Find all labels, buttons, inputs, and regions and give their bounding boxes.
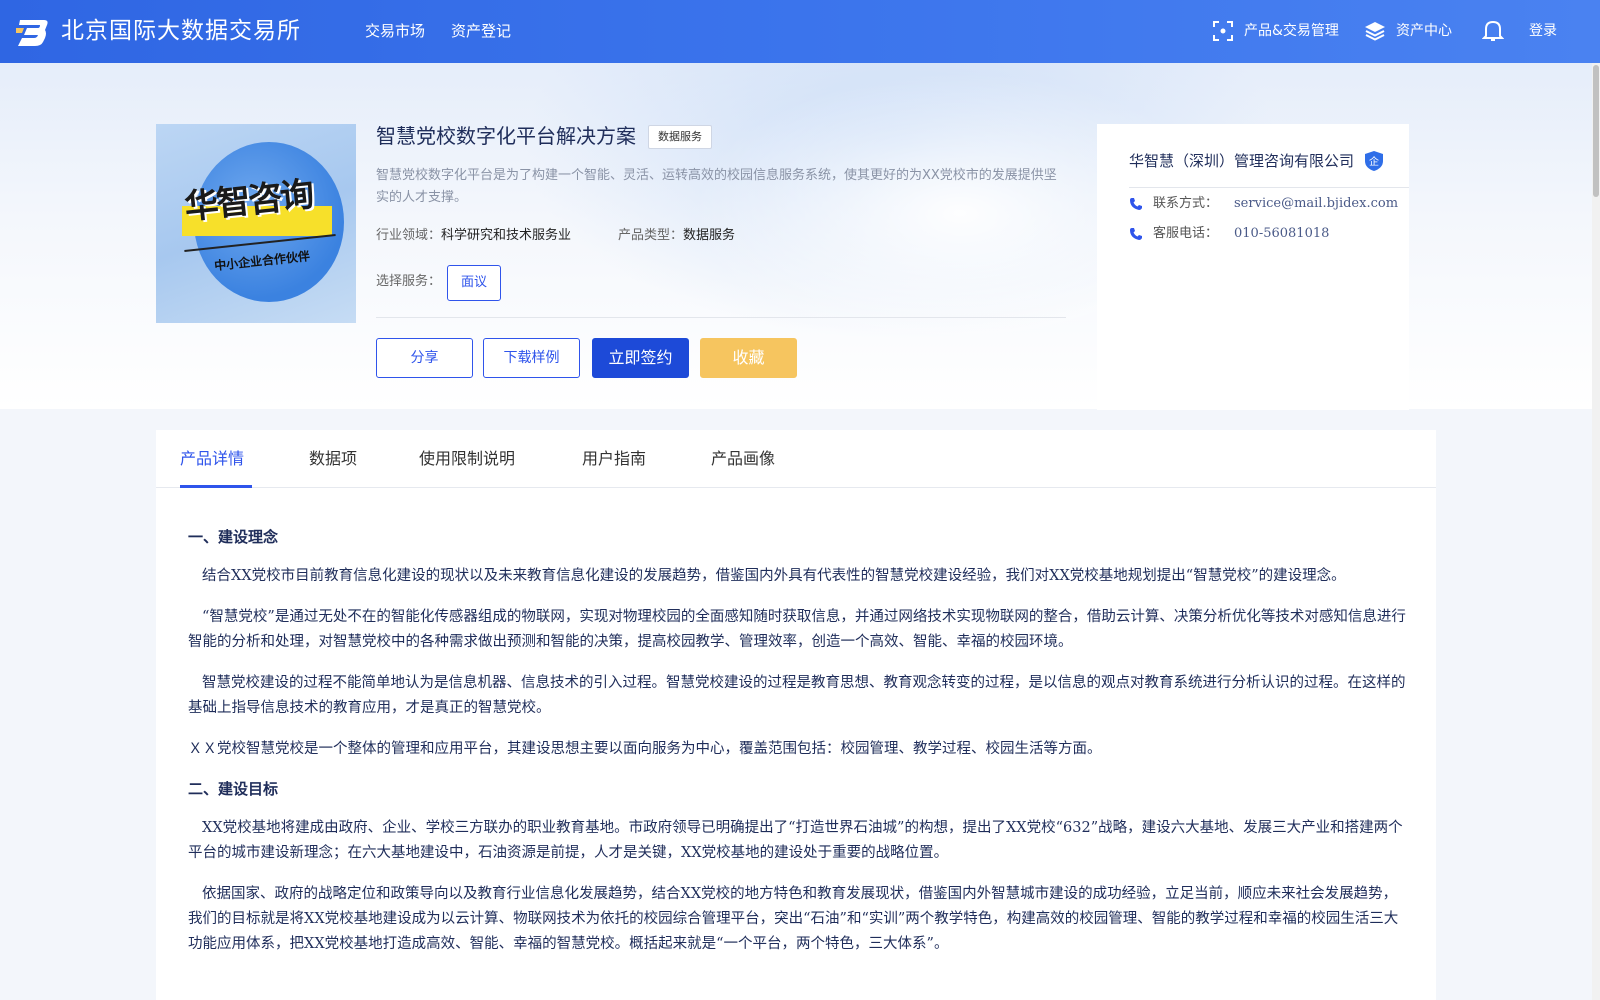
phone-number[interactable]: 010-56081018 bbox=[1234, 224, 1329, 244]
product-type-label: 产品类型： bbox=[618, 228, 684, 243]
industry-meta: 行业领域：科学研究和技术服务业 bbox=[376, 225, 571, 247]
enterprise-badge-text: 企 bbox=[1369, 155, 1379, 168]
contact-email-row: 联系方式： service@mail.bjidex.com bbox=[1129, 194, 1398, 214]
favorite-button[interactable]: 收藏 bbox=[700, 338, 797, 378]
article-paragraph: “智慧党校”是通过无处不在的智能化传感器组成的物联网，实现对物理校园的全面感知随… bbox=[188, 609, 1406, 650]
product-title: 智慧党校数字化平台解决方案 bbox=[376, 124, 636, 148]
nav-asset-registration[interactable]: 资产登记 bbox=[451, 21, 511, 41]
tab-user-guide[interactable]: 用户指南 bbox=[582, 447, 646, 471]
industry-label: 行业领域： bbox=[376, 228, 442, 243]
card-divider bbox=[1129, 187, 1409, 188]
asset-center-label: 资产中心 bbox=[1396, 23, 1452, 39]
detail-tabs: 产品详情 数据项 使用限制说明 用户指南 产品画像 bbox=[156, 430, 1436, 488]
login-link[interactable]: 登录 bbox=[1529, 20, 1557, 42]
product-mgmt-label: 产品&交易管理 bbox=[1244, 23, 1339, 39]
download-sample-button[interactable]: 下载样例 bbox=[483, 338, 580, 378]
article-paragraph: XX党校基地将建成由政府、企业、学校三方联办的职业教育基地。市政府领导已明确提出… bbox=[188, 820, 1403, 861]
top-navbar: 北京国际大数据交易所 交易市场 资产登记 产品&交易管理 资产中心 登录 bbox=[0, 0, 1600, 63]
site-logo-icon[interactable] bbox=[16, 14, 50, 48]
tab-usage-restrictions[interactable]: 使用限制说明 bbox=[419, 447, 515, 471]
company-name-row: 华智慧（深圳）管理咨询有限公司 企 bbox=[1129, 150, 1384, 172]
product-image: 华智咨询 中小企业合作伙伴 bbox=[156, 124, 356, 323]
active-tab-indicator bbox=[180, 485, 252, 488]
product-type-tag: 数据服务 bbox=[648, 125, 712, 149]
hero-divider bbox=[376, 317, 1066, 318]
article-paragraph: 依据国家、政府的战略定位和政策导向以及教育行业信息化发展趋势，结合XX党校的地方… bbox=[188, 886, 1399, 952]
layers-icon bbox=[1365, 22, 1385, 41]
tab-product-details[interactable]: 产品详情 bbox=[180, 447, 244, 471]
article-paragraph: 结合XX党校市目前教育信息化建设的现状以及未来教育信息化建设的发展趋势，借鉴国内… bbox=[202, 568, 1346, 584]
section-heading: 一、建设理念 bbox=[188, 528, 279, 546]
bell-icon bbox=[1482, 20, 1504, 41]
sign-now-button[interactable]: 立即签约 bbox=[592, 338, 689, 378]
share-button[interactable]: 分享 bbox=[376, 338, 473, 378]
company-card: 华智慧（深圳）管理咨询有限公司 企 联系方式： service@mail.bji… bbox=[1097, 124, 1409, 410]
service-option-negotiable[interactable]: 面议 bbox=[447, 265, 501, 301]
company-name[interactable]: 华智慧（深圳）管理咨询有限公司 bbox=[1129, 150, 1354, 172]
site-name[interactable]: 北京国际大数据交易所 bbox=[61, 16, 301, 46]
contact-email[interactable]: service@mail.bjidex.com bbox=[1234, 194, 1398, 214]
phone-label: 客服电话： bbox=[1153, 226, 1219, 241]
product-detail-panel: 产品详情 数据项 使用限制说明 用户指南 产品画像 一、建设理念 结合XX党校市… bbox=[156, 430, 1436, 1000]
enterprise-verified-icon: 企 bbox=[1365, 151, 1384, 171]
product-description: 智慧党校数字化平台是为了构建一个智能、灵活、运转高效的校园信息服务系统，使其更好… bbox=[376, 168, 1057, 205]
product-type-value: 数据服务 bbox=[683, 228, 736, 243]
contact-phone-row: 客服电话： 010-56081018 bbox=[1129, 224, 1329, 244]
phone-icon bbox=[1130, 228, 1142, 240]
service-label: 选择服务： bbox=[376, 274, 442, 289]
nav-product-trade-mgmt[interactable]: 产品&交易管理 bbox=[1212, 20, 1339, 42]
product-detail-article: 一、建设理念 结合XX党校市目前教育信息化建设的现状以及未来教育信息化建设的发展… bbox=[188, 526, 1408, 973]
scan-icon bbox=[1213, 21, 1233, 41]
page-scrollbar-thumb[interactable] bbox=[1593, 65, 1599, 197]
contact-label: 联系方式： bbox=[1153, 196, 1219, 211]
nav-asset-center[interactable]: 资产中心 bbox=[1364, 20, 1452, 42]
industry-value: 科学研究和技术服务业 bbox=[441, 228, 572, 243]
article-paragraph: 智慧党校建设的过程不能简单地认为是信息机器、信息技术的引入过程。智慧党校建设的过… bbox=[188, 675, 1406, 716]
page-scrollbar[interactable] bbox=[1592, 63, 1600, 1000]
nav-trade-market[interactable]: 交易市场 bbox=[365, 21, 425, 41]
tab-product-profile[interactable]: 产品画像 bbox=[711, 447, 775, 471]
notifications-bell[interactable] bbox=[1482, 19, 1514, 43]
article-paragraph: ＸＸ党校智慧党校是一个整体的管理和应用平台，其建设思想主要以面向服务为中心，覆盖… bbox=[188, 741, 1102, 757]
product-type-meta: 产品类型：数据服务 bbox=[618, 225, 735, 247]
tab-data-items[interactable]: 数据项 bbox=[309, 447, 357, 471]
phone-icon bbox=[1130, 198, 1142, 210]
section-heading: 二、建设目标 bbox=[188, 780, 279, 798]
